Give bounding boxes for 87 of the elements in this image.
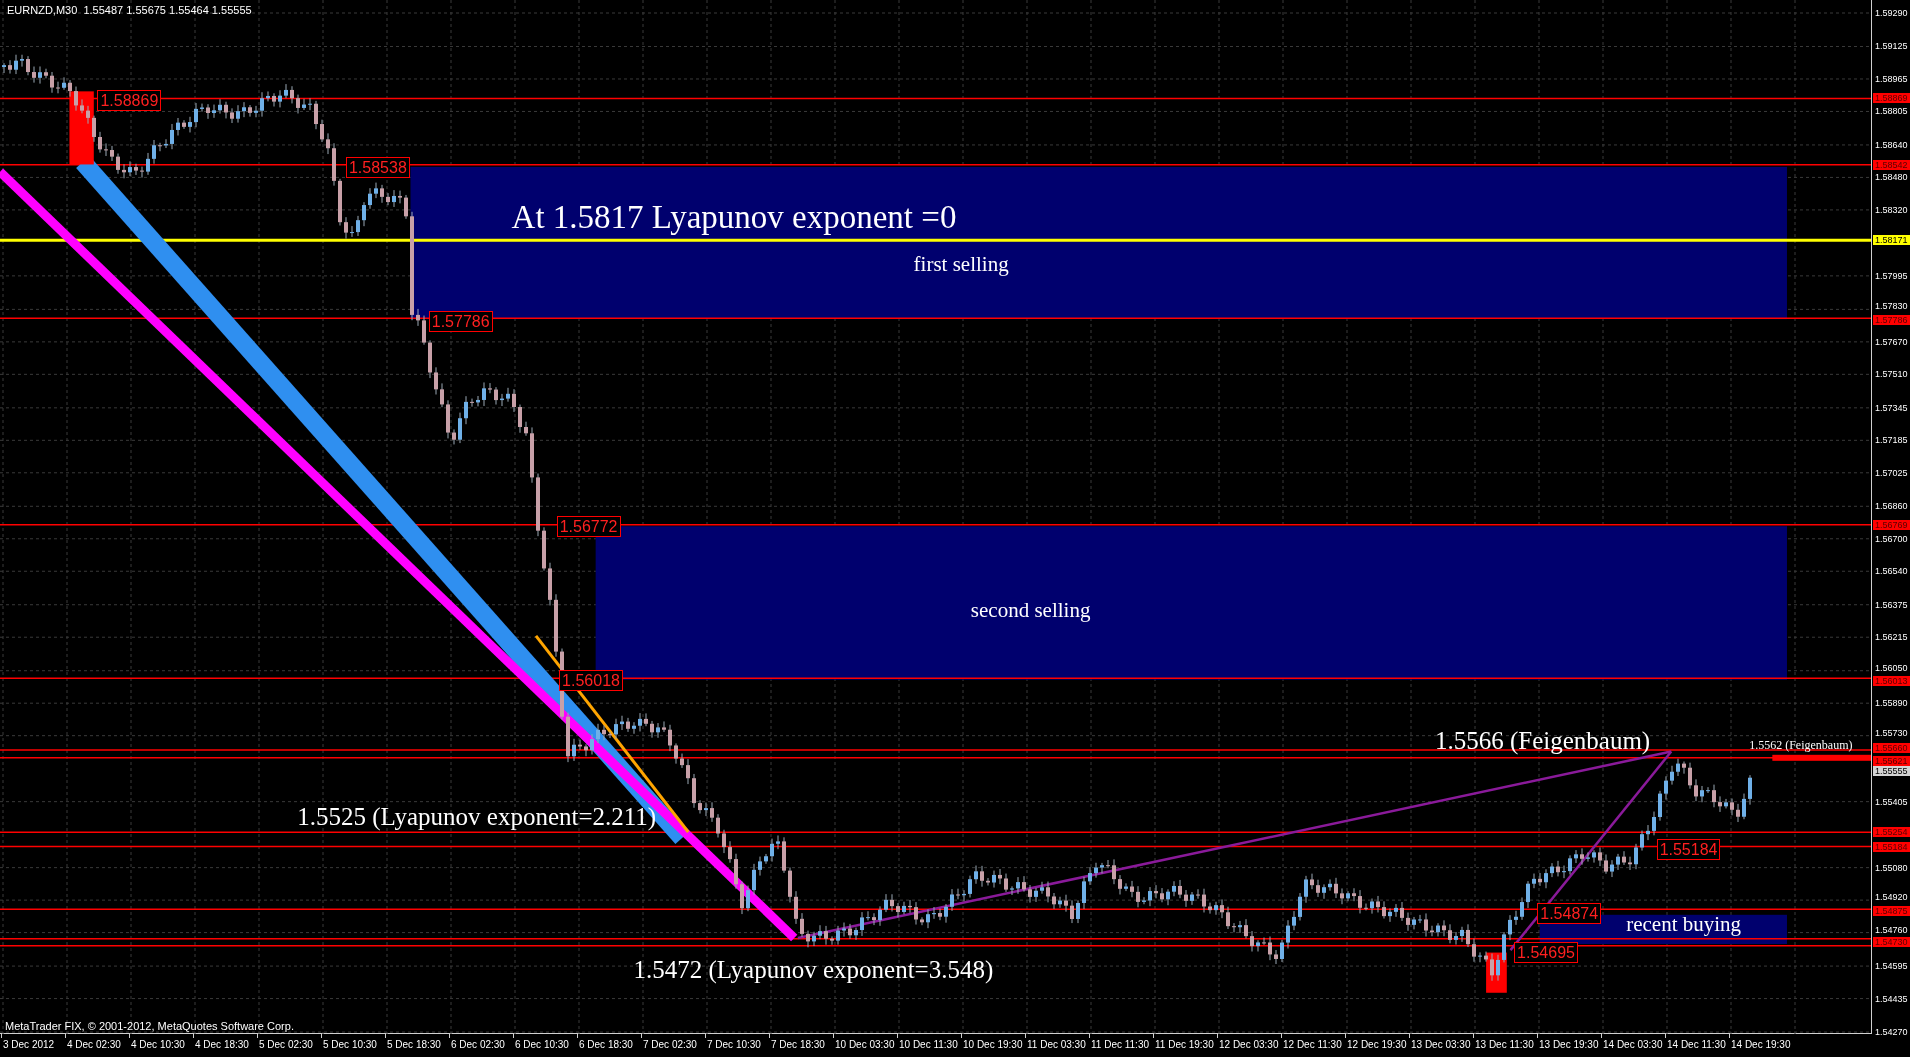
- time-axis-label: 14 Dec 11:30: [1666, 1038, 1727, 1051]
- level-price-label: 1.55254: [1873, 827, 1910, 838]
- price-tag: 1.54695: [1514, 941, 1578, 963]
- time-axis-label: 7 Dec 18:30: [770, 1038, 826, 1051]
- price-axis-label: 1.55080: [1875, 862, 1908, 873]
- level-price-label: 1.54730: [1873, 936, 1910, 947]
- time-axis-label: 4 Dec 02:30: [66, 1038, 122, 1051]
- price-tag: 1.56018: [559, 669, 623, 691]
- time-axis-label: 4 Dec 18:30: [194, 1038, 250, 1051]
- price-axis-label: 1.58805: [1875, 106, 1908, 117]
- level-price-label: 1.56013: [1873, 676, 1910, 687]
- price-axis-label: 1.59125: [1875, 41, 1908, 52]
- price-axis-label: 1.56375: [1875, 599, 1908, 610]
- time-axis-label: 13 Dec 19:30: [1538, 1038, 1600, 1051]
- price-axis-label: 1.56540: [1875, 566, 1908, 577]
- level-price-label: 1.58542: [1873, 159, 1910, 170]
- price-axis-label: 1.58965: [1875, 73, 1908, 84]
- price-axis-label: 1.58320: [1875, 204, 1908, 215]
- current-price-label: 1.55555: [1873, 766, 1910, 777]
- time-axis-label: 13 Dec 03:30: [1410, 1038, 1472, 1051]
- time-axis-label: 11 Dec 11:30: [1090, 1038, 1150, 1051]
- time-axis-label: 14 Dec 19:30: [1730, 1038, 1792, 1051]
- time-axis-label: 7 Dec 10:30: [706, 1038, 762, 1051]
- time-axis-label: 13 Dec 11:30: [1474, 1038, 1535, 1051]
- time-axis-label: 6 Dec 02:30: [450, 1038, 506, 1051]
- time-axis-label: 5 Dec 10:30: [322, 1038, 378, 1051]
- time-axis-label: 10 Dec 03:30: [834, 1038, 896, 1051]
- price-axis-label: 1.55730: [1875, 727, 1908, 738]
- time-axis-label: 3 Dec 2012: [2, 1038, 56, 1051]
- price-axis-label: 1.54760: [1875, 924, 1908, 935]
- level-price-label: 1.58171: [1873, 235, 1910, 246]
- time-axis-label: 12 Dec 11:30: [1282, 1038, 1343, 1051]
- time-axis-label: 11 Dec 19:30: [1154, 1038, 1215, 1051]
- chart-annotation: 1.5472 (Lyapunov exponent=3.548): [633, 956, 994, 985]
- time-axis-label: 5 Dec 18:30: [386, 1038, 442, 1051]
- price-axis-label: 1.57185: [1875, 435, 1908, 446]
- price-tag: 1.56772: [556, 516, 621, 538]
- time-axis-label: 6 Dec 10:30: [514, 1038, 570, 1051]
- price-axis-label: 1.57510: [1875, 369, 1908, 380]
- chart-annotation: 1.5525 (Lyapunov exponent=2.211): [297, 802, 657, 831]
- chart-heading: At 1.5817 Lyapunov exponent =0: [511, 198, 957, 235]
- time-axis-label: 5 Dec 02:30: [258, 1038, 314, 1051]
- price-axis-label: 1.56050: [1875, 662, 1908, 673]
- chart-symbol-header: EURNZD,M30 1.55487 1.55675 1.55464 1.55555: [7, 3, 252, 17]
- price-axis-label: 1.57830: [1875, 301, 1908, 312]
- price-axis-label: 1.56860: [1875, 501, 1908, 512]
- price-axis-label: 1.57995: [1875, 270, 1908, 281]
- price-axis-label: 1.57345: [1875, 402, 1908, 413]
- price-tag: 1.55184: [1656, 839, 1721, 861]
- zone-label: recent buying: [1626, 913, 1742, 936]
- time-axis-label: 10 Dec 19:30: [962, 1038, 1024, 1051]
- price-tag: 1.58869: [97, 90, 162, 112]
- price-axis-label: 1.54270: [1875, 1027, 1908, 1038]
- time-axis-label: 6 Dec 18:30: [578, 1038, 634, 1051]
- time-axis-label: 14 Dec 03:30: [1602, 1038, 1664, 1051]
- time-axis-label: 12 Dec 19:30: [1346, 1038, 1408, 1051]
- price-axis-label: 1.54595: [1875, 961, 1908, 972]
- chart-annotation: 1.5562 (Feigenbaum): [1749, 738, 1853, 753]
- price-axis-label: 1.59290: [1875, 8, 1908, 18]
- time-axis-label: 11 Dec 03:30: [1026, 1038, 1087, 1051]
- price-axis-label: 1.57025: [1875, 467, 1908, 478]
- zone-label: second selling: [970, 599, 1091, 622]
- level-price-label: 1.55621: [1873, 755, 1910, 766]
- level-price-label: 1.55184: [1873, 841, 1910, 852]
- zone-label: first selling: [913, 253, 1009, 276]
- level-price-label: 1.55660: [1873, 742, 1910, 753]
- level-price-label: 1.58869: [1873, 93, 1910, 104]
- price-axis-label: 1.57670: [1875, 336, 1908, 347]
- time-axis-label: 12 Dec 03:30: [1218, 1038, 1280, 1051]
- price-axis-label: 1.58480: [1875, 172, 1908, 183]
- level-price-label: 1.56769: [1873, 519, 1910, 530]
- price-axis-label: 1.58640: [1875, 139, 1908, 150]
- time-axis-label: 10 Dec 11:30: [898, 1038, 959, 1051]
- price-tag: 1.58538: [345, 157, 410, 179]
- price-axis-label: 1.55405: [1875, 796, 1908, 807]
- price-axis-label: 1.54920: [1875, 892, 1908, 903]
- price-tag: 1.54874: [1537, 902, 1602, 924]
- level-price-label: 1.57786: [1873, 315, 1910, 326]
- time-axis-label: 7 Dec 02:30: [642, 1038, 698, 1051]
- chart-annotation: 1.5566 (Feigenbaum): [1434, 727, 1651, 756]
- price-axis-label: 1.54435: [1875, 993, 1908, 1004]
- copyright-label: MetaTrader FIX, © 2001-2012, MetaQuotes Software Corp.: [5, 1019, 294, 1033]
- price-axis-label: 1.56700: [1875, 533, 1908, 544]
- time-axis-label: 4 Dec 10:30: [130, 1038, 186, 1051]
- price-axis-label: 1.56215: [1875, 632, 1908, 643]
- price-axis-label: 1.55890: [1875, 698, 1908, 709]
- level-price-label: 1.54875: [1873, 906, 1910, 917]
